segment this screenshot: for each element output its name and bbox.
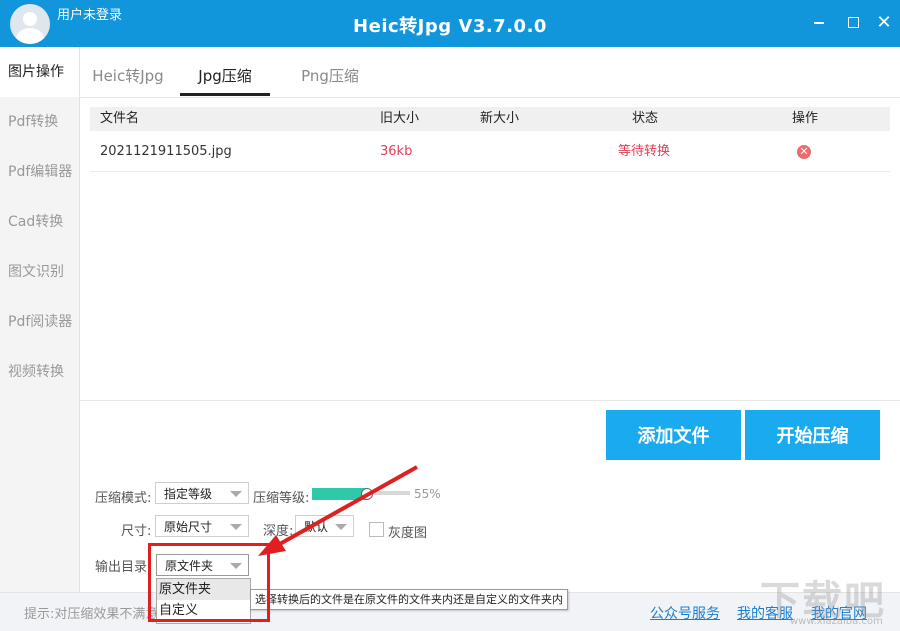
sidebar-item-pdf-reader[interactable]: Pdf阅读器 xyxy=(0,297,79,347)
link-wechat-service[interactable]: 公众号服务 xyxy=(650,603,720,623)
footer-tip: 提示:对压缩效果不满意 xyxy=(24,607,159,622)
tab-png-compress[interactable]: Png压缩 xyxy=(290,47,370,95)
chevron-down-icon xyxy=(335,524,347,530)
annotation-highlight-box xyxy=(148,543,270,622)
depth-value: 默认 xyxy=(304,520,329,534)
delete-icon[interactable]: ✕ xyxy=(797,145,811,159)
chevron-down-icon xyxy=(230,524,242,530)
table-header: 文件名 旧大小 新大小 状态 操作 xyxy=(90,107,890,131)
start-compress-button[interactable]: 开始压缩 xyxy=(745,410,880,460)
divider xyxy=(80,400,900,401)
depth-select[interactable]: 默认 xyxy=(295,515,354,537)
sidebar-item-video-convert[interactable]: 视频转换 xyxy=(0,347,79,397)
close-icon[interactable]: ✕ xyxy=(873,12,895,34)
row-filename: 2021121911505.jpg xyxy=(100,144,232,159)
add-file-button[interactable]: 添加文件 xyxy=(606,410,741,460)
compress-level-value: 55% xyxy=(414,487,441,501)
row-old-size: 36kb xyxy=(380,144,413,159)
size-select[interactable]: 原始尺寸 xyxy=(155,515,249,537)
table-row[interactable]: 2021121911505.jpg 36kb 等待转换 ✕ xyxy=(90,131,890,172)
app-title: Heic转Jpg V3.7.0.0 xyxy=(353,16,547,37)
size-label: 尺寸: xyxy=(121,524,152,539)
title-bar: 用户未登录 Heic转Jpg V3.7.0.0 ✕ xyxy=(0,0,900,47)
output-dir-tooltip: 选择转换后的文件是在原文件的文件夹内还是自定义的文件夹内 xyxy=(250,589,568,610)
file-table: 文件名 旧大小 新大小 状态 操作 2021121911505.jpg 36kb… xyxy=(90,107,890,172)
header-old-size: 旧大小 xyxy=(380,111,420,126)
depth-label: 深度: xyxy=(263,524,294,539)
sidebar-item-pdf-convert[interactable]: Pdf转换 xyxy=(0,97,79,147)
header-operation: 操作 xyxy=(792,111,819,126)
tab-bar: Heic转Jpg Jpg压缩 Png压缩 xyxy=(80,47,900,98)
minimize-icon[interactable] xyxy=(808,12,830,34)
compress-mode-value: 指定等级 xyxy=(164,487,213,501)
header-new-size: 新大小 xyxy=(480,111,520,126)
header-status: 状态 xyxy=(632,111,659,126)
grayscale-checkbox[interactable] xyxy=(369,522,384,537)
compress-level-label: 压缩等级: xyxy=(253,491,310,506)
maximize-icon[interactable] xyxy=(842,12,864,34)
header-filename: 文件名 xyxy=(100,111,140,126)
sidebar-item-ocr[interactable]: 图文识别 xyxy=(0,247,79,297)
chevron-down-icon xyxy=(230,491,242,497)
sidebar-item-image-ops[interactable]: 图片操作 xyxy=(0,47,79,97)
compress-mode-select[interactable]: 指定等级 xyxy=(155,482,249,504)
tab-heic-to-jpg[interactable]: Heic转Jpg xyxy=(88,47,168,95)
row-status: 等待转换 xyxy=(618,144,671,159)
compress-level-slider-thumb[interactable] xyxy=(361,488,373,500)
compress-mode-label: 压缩模式: xyxy=(95,491,152,506)
grayscale-label: 灰度图 xyxy=(388,526,428,541)
size-value: 原始尺寸 xyxy=(164,520,213,534)
sidebar-item-cad-convert[interactable]: Cad转换 xyxy=(0,197,79,247)
watermark-url: www.xiazaiba.com xyxy=(790,616,883,627)
sidebar: 图片操作 Pdf转换 Pdf编辑器 Cad转换 图文识别 Pdf阅读器 视频转换 xyxy=(0,47,80,592)
tab-jpg-compress[interactable]: Jpg压缩 xyxy=(180,47,270,96)
compress-level-slider-fill xyxy=(312,488,366,500)
sidebar-item-pdf-editor[interactable]: Pdf编辑器 xyxy=(0,147,79,197)
output-dir-label: 输出目录 xyxy=(95,560,148,575)
